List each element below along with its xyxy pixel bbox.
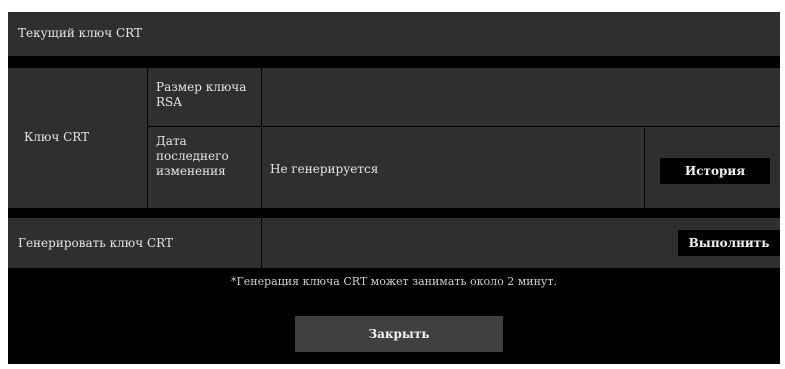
close-button[interactable]: Закрыть <box>295 316 503 352</box>
divider <box>261 218 262 268</box>
divider <box>147 68 148 208</box>
rsa-size-label: Размер ключа RSA <box>156 80 247 109</box>
generate-label: Генерировать ключ CRT <box>18 236 173 250</box>
crt-key-label: Ключ CRT <box>24 130 90 144</box>
divider <box>261 68 262 208</box>
divider <box>644 128 645 208</box>
last-changed-label: Дата последнего изменения <box>156 134 229 178</box>
crt-key-section: Ключ CRT Размер ключа RSA Дата последнег… <box>8 68 780 208</box>
divider <box>148 126 780 127</box>
dialog-title: Текущий ключ CRT <box>18 26 142 40</box>
history-button[interactable]: История <box>660 158 770 184</box>
generation-note: *Генерация ключа CRT может занимать окол… <box>231 275 557 288</box>
generate-row: Генерировать ключ CRT Выполнить <box>8 218 780 268</box>
crt-key-dialog: Текущий ключ CRT Ключ CRT Размер ключа R… <box>8 12 780 364</box>
header-row: Текущий ключ CRT <box>8 12 780 56</box>
execute-button[interactable]: Выполнить <box>678 230 780 256</box>
last-changed-value: Не генерируется <box>270 162 379 176</box>
